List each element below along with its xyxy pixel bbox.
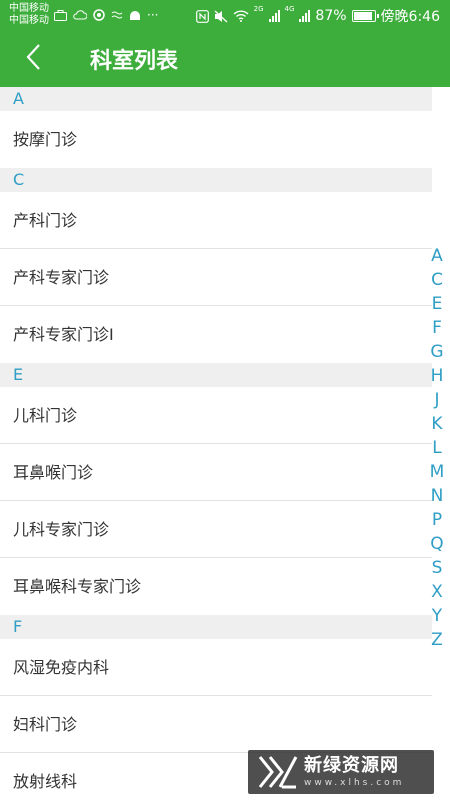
index-letter-x[interactable]: X (431, 580, 443, 604)
list-item[interactable]: 儿科门诊 (0, 387, 432, 444)
carrier-1: 中国移动 (9, 3, 49, 14)
index-letter-j[interactable]: J (434, 388, 439, 412)
network-type-2: 4G (284, 5, 295, 13)
list-item[interactable]: 妇科门诊 (0, 696, 432, 753)
index-letter-p[interactable]: P (432, 508, 442, 532)
clock: 傍晚6:46 (380, 9, 440, 25)
signal-icon (268, 10, 280, 22)
system-status: 2G 4G 87% 傍晚6:46 (195, 5, 440, 26)
index-letter-q[interactable]: Q (430, 532, 443, 556)
notification-icons: ··· (54, 8, 158, 22)
watermark-logo-icon (258, 756, 298, 789)
list-item[interactable]: 按摩门诊 (0, 111, 432, 168)
index-letter-f[interactable]: F (432, 316, 442, 340)
watermark-title: 新绿资源网 (304, 755, 399, 776)
index-letter-e[interactable]: E (432, 292, 443, 316)
navigation-bar: 科室列表 (0, 30, 450, 87)
status-bar: 中国移动 中国移动 ··· 2G 4G 87% 傍晚6:46 (0, 0, 450, 30)
list-item[interactable]: 产科门诊 (0, 192, 432, 249)
cloud-icon (73, 10, 87, 20)
index-letter-s[interactable]: S (432, 556, 443, 580)
back-button[interactable] (18, 42, 48, 72)
department-list[interactable]: A 按摩门诊 C 产科门诊 产科专家门诊 产科专家门诊I E 儿科门诊 耳鼻喉门… (0, 87, 432, 800)
section-header-e: E (0, 363, 432, 387)
mute-icon (214, 10, 228, 22)
briefcase-icon (54, 9, 67, 21)
chevron-left-icon (26, 44, 40, 70)
list-item[interactable]: 儿科专家门诊 (0, 501, 432, 558)
index-letter-m[interactable]: M (430, 460, 445, 484)
index-letter-y[interactable]: Y (432, 604, 442, 628)
battery-percent: 87% (315, 8, 347, 24)
carrier-info: 中国移动 中国移动 (9, 3, 49, 27)
list-item[interactable]: 风湿免疫内科 (0, 639, 432, 696)
network-type-1: 2G (253, 5, 264, 13)
android-icon (130, 10, 140, 20)
index-letter-c[interactable]: C (431, 268, 443, 292)
list-item[interactable]: 耳鼻喉门诊 (0, 444, 432, 501)
index-letter-z[interactable]: Z (431, 628, 443, 652)
section-header-f: F (0, 615, 432, 639)
index-letter-k[interactable]: K (431, 412, 442, 436)
section-header-a: A (0, 87, 432, 111)
wave-icon (111, 11, 123, 19)
wifi-icon (233, 10, 249, 22)
section-header-c: C (0, 168, 432, 192)
watermark-text: 新绿资源网 www.xlhs.com (304, 755, 404, 789)
nfc-icon (195, 9, 209, 23)
carrier-2: 中国移动 (9, 15, 49, 26)
battery-icon (351, 10, 379, 22)
page-title: 科室列表 (90, 49, 179, 74)
list-item[interactable]: 产科专家门诊I (0, 306, 432, 363)
list-item[interactable]: 耳鼻喉科专家门诊 (0, 558, 432, 615)
index-letter-h[interactable]: H (431, 364, 444, 388)
swirl-icon (93, 9, 105, 21)
alphabet-index-bar[interactable]: A C E F G H J K L M N P Q S X Y Z (426, 244, 448, 652)
watermark: 新绿资源网 www.xlhs.com (248, 750, 434, 794)
index-letter-a[interactable]: A (431, 244, 443, 268)
app-header: 中国移动 中国移动 ··· 2G 4G 87% 傍晚6:46 科室列表 (0, 0, 450, 87)
index-letter-g[interactable]: G (430, 340, 443, 364)
index-letter-l[interactable]: L (432, 436, 441, 460)
more-notifications: ··· (147, 8, 159, 22)
watermark-url: www.xlhs.com (304, 778, 405, 788)
index-letter-n[interactable]: N (431, 484, 444, 508)
signal-icon (299, 10, 311, 22)
list-item[interactable]: 产科专家门诊 (0, 249, 432, 306)
